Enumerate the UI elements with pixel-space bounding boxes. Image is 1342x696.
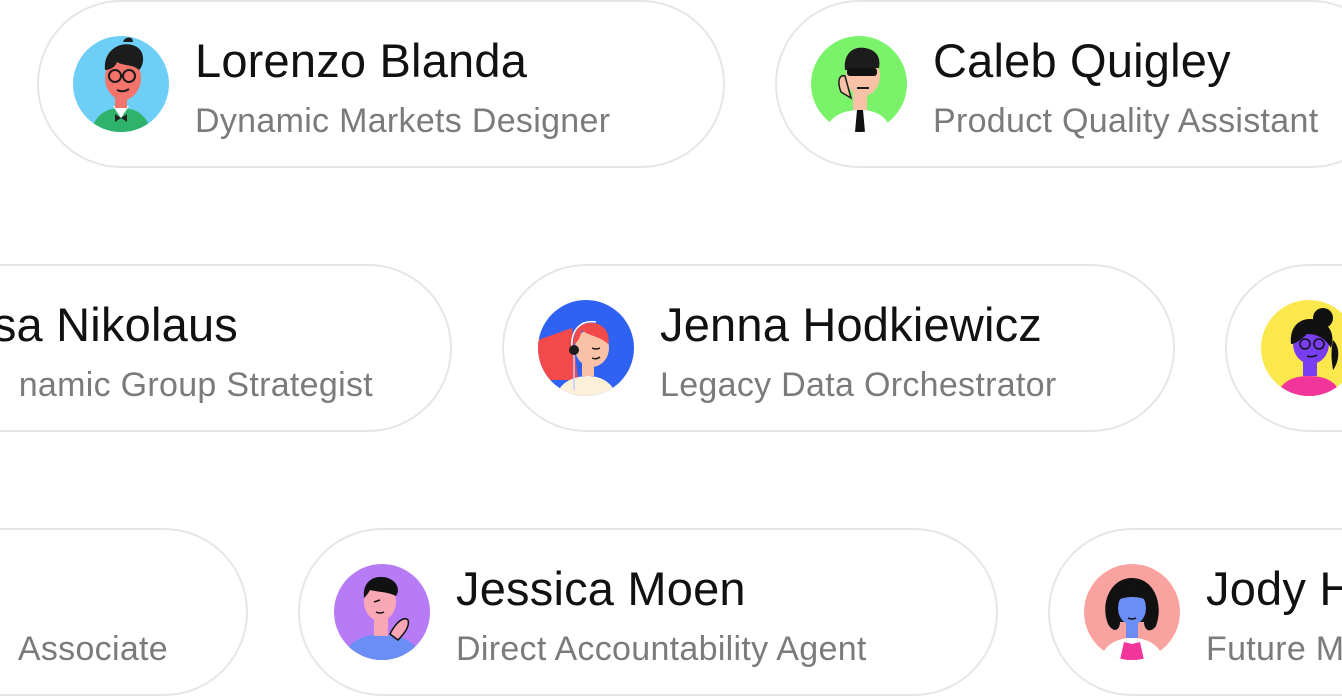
person-card-jenna-hodkiewicz[interactable]: Jenna Hodkiewicz Legacy Data Orchestrato… bbox=[502, 264, 1175, 432]
avatar bbox=[811, 36, 907, 132]
sunglasses-man-avatar-icon bbox=[811, 36, 907, 132]
person-name: sa Nikolaus bbox=[0, 298, 238, 351]
curly-woman-avatar-icon bbox=[1084, 564, 1180, 660]
people-card-grid: Lorenzo Blanda Dynamic Markets Designer … bbox=[0, 0, 1342, 696]
person-role: namic Group Strategist bbox=[18, 366, 373, 404]
person-role: Product Quality Assistant bbox=[933, 102, 1319, 140]
person-card-lorenzo-blanda[interactable]: Lorenzo Blanda Dynamic Markets Designer bbox=[37, 0, 725, 168]
avatar bbox=[538, 300, 634, 396]
person-role: Dynamic Markets Designer bbox=[195, 102, 611, 140]
headset-woman-avatar-icon bbox=[538, 300, 634, 396]
person-role: Associate bbox=[17, 630, 168, 668]
person-card-caleb-quigley[interactable]: Caleb Quigley Product Quality Assistant bbox=[775, 0, 1342, 168]
person-card-associate[interactable]: Associate bbox=[0, 528, 248, 696]
glasses-man-avatar-icon bbox=[73, 36, 169, 132]
person-name: Lorenzo Blanda bbox=[195, 34, 528, 87]
person-card-nikolaus[interactable]: sa Nikolaus namic Group Strategist bbox=[0, 264, 452, 432]
person-role: Legacy Data Orchestrator bbox=[660, 366, 1057, 404]
avatar bbox=[334, 564, 430, 660]
person-card-jody[interactable]: Jody H Future M bbox=[1048, 528, 1342, 696]
person-name: Caleb Quigley bbox=[933, 34, 1231, 87]
avatar bbox=[73, 36, 169, 132]
avatar bbox=[1261, 300, 1342, 396]
person-card-jessica-moen[interactable]: Jessica Moen Direct Accountability Agent bbox=[298, 528, 998, 696]
person-role: Future M bbox=[1206, 630, 1342, 668]
person-name: Jenna Hodkiewicz bbox=[660, 298, 1042, 351]
bun-woman-avatar-icon bbox=[1261, 300, 1342, 396]
person-card-partial[interactable] bbox=[1225, 264, 1342, 432]
thinking-man-avatar-icon bbox=[334, 564, 430, 660]
person-name: Jody H bbox=[1206, 562, 1342, 615]
person-role: Direct Accountability Agent bbox=[456, 630, 867, 668]
avatar bbox=[1084, 564, 1180, 660]
person-name: Jessica Moen bbox=[456, 562, 746, 615]
